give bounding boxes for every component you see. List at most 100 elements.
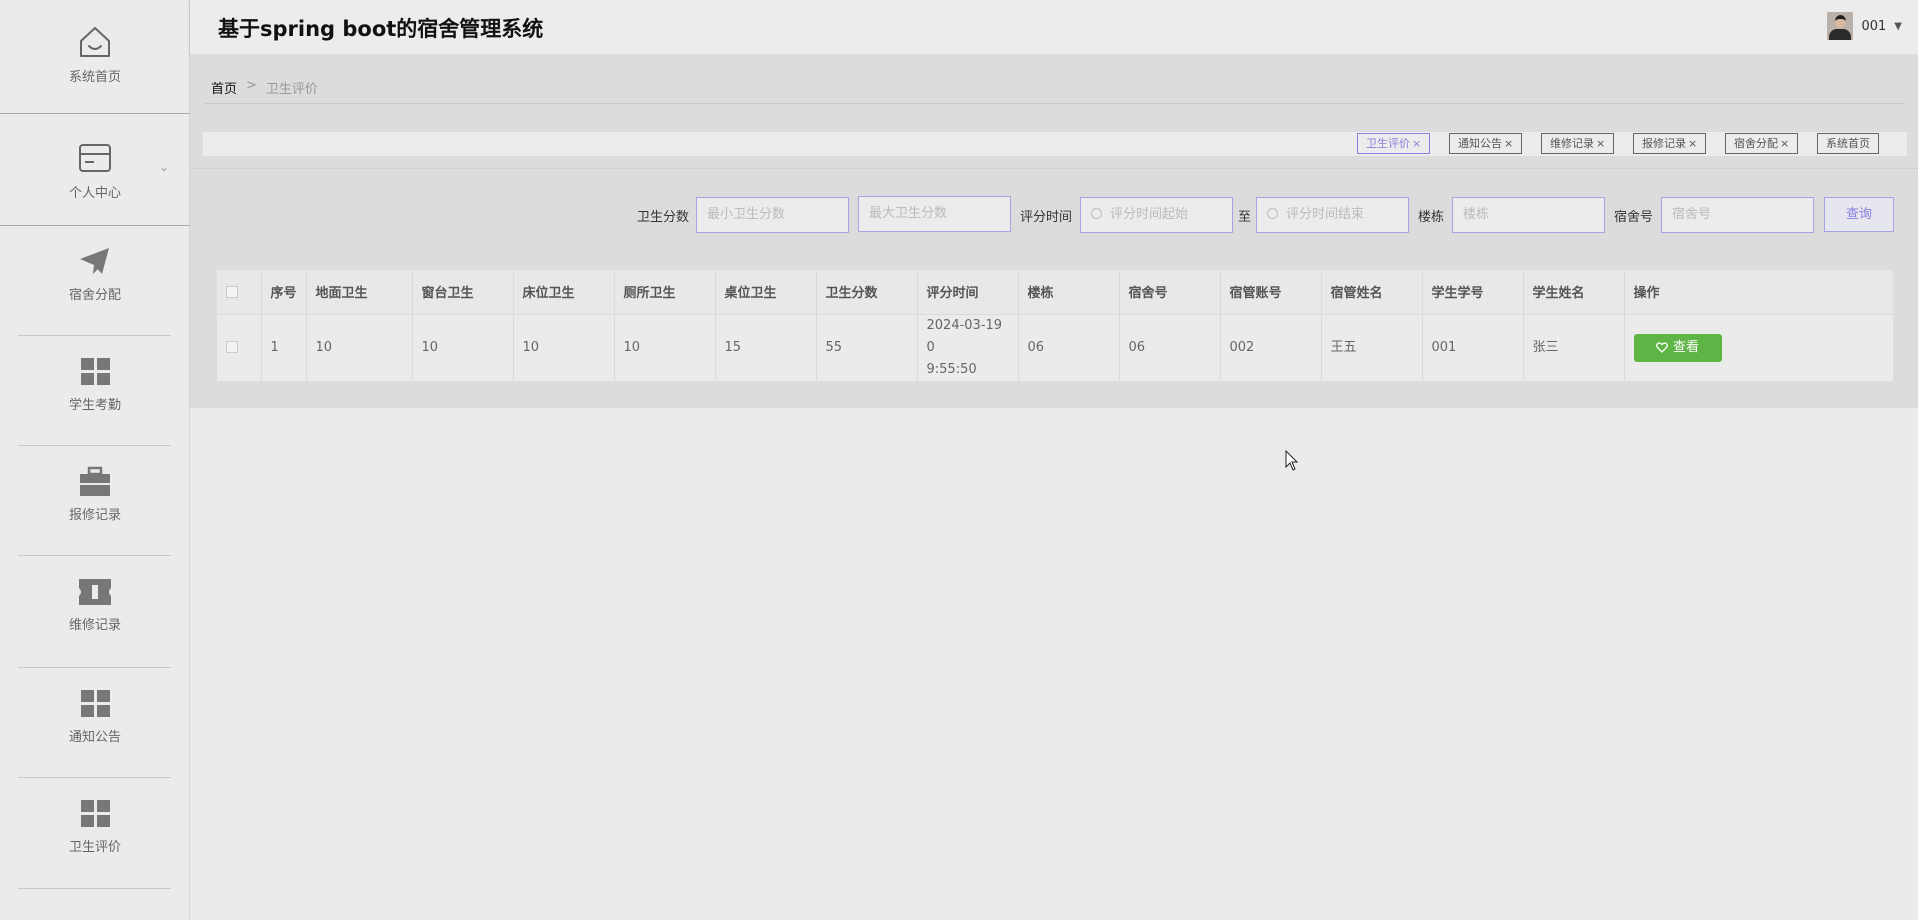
sidebar-item-label: 个人中心: [68, 186, 121, 201]
sidebar-divider: [18, 555, 171, 556]
score-label: 卫生分数: [637, 210, 690, 225]
sidebar-item-label: 学生考勤: [68, 398, 121, 413]
close-icon[interactable]: ×: [1596, 137, 1605, 150]
time-label: 评分时间: [1020, 210, 1073, 225]
close-icon[interactable]: ×: [1504, 137, 1513, 150]
user-menu[interactable]: 001 ▼: [1827, 12, 1902, 40]
row-select-cell: [217, 314, 261, 381]
close-icon[interactable]: ×: [1780, 137, 1789, 150]
view-button[interactable]: 查看: [1633, 333, 1722, 362]
sidebar-divider: [18, 445, 171, 446]
column-header: 厕所卫生: [613, 270, 715, 314]
column-header: 评分时间: [916, 270, 1018, 314]
cell-floor: 10: [305, 314, 412, 381]
tag-hygiene[interactable]: 卫生评价 ×: [1357, 133, 1431, 154]
table-header-row: 序号 地面卫生 窗台卫生 床位卫生 厕所卫生 桌位卫生 卫生分数 评分时间 楼栋…: [217, 270, 1893, 314]
chevron-down-icon[interactable]: ⌄: [159, 160, 169, 174]
breadcrumb: 首页 > 卫生评价: [211, 78, 318, 97]
time-line-1: 2024-03-19 0: [926, 317, 1003, 355]
sidebar: 系统首页 个人中心 ⌄ 宿舍分配 学生考勤 报修记录 维修记录 通知公告 卫生评…: [0, 0, 190, 920]
cell-score: 55: [815, 314, 917, 381]
sidebar-item-label: 宿舍分配: [68, 288, 121, 303]
tag-label: 系统首页: [1826, 137, 1870, 150]
sidebar-divider: [0, 225, 190, 226]
sidebar-item-dorm-assign[interactable]: 宿舍分配: [0, 244, 190, 303]
briefcase-icon: [80, 466, 110, 496]
cell-building: 06: [1017, 314, 1119, 381]
column-header: 学生学号: [1421, 270, 1523, 314]
sidebar-item-label: 通知公告: [68, 730, 121, 745]
cell-manager-account: 002: [1219, 314, 1321, 381]
caret-down-icon: ▼: [1894, 20, 1902, 32]
paper-plane-icon: [80, 248, 109, 274]
cell-time: 2024-03-19 0 9:55:50: [916, 314, 1018, 381]
cell-desk: 15: [714, 314, 816, 381]
range-separator: 至: [1238, 210, 1252, 225]
ticket-icon: [79, 579, 111, 605]
cell-toilet: 10: [613, 314, 715, 381]
divider: [204, 103, 1904, 104]
room-label: 宿舍号: [1614, 210, 1654, 225]
view-button-label: 查看: [1672, 339, 1699, 355]
tag-dorm-assign[interactable]: 宿舍分配 ×: [1725, 133, 1799, 154]
tag-label: 卫生评价: [1366, 137, 1410, 150]
sidebar-item-repair-report[interactable]: 报修记录: [0, 466, 190, 523]
close-icon[interactable]: ×: [1412, 137, 1421, 150]
breadcrumb-current: 卫生评价: [265, 82, 318, 97]
grid-icon: [81, 690, 110, 717]
column-header: 宿管账号: [1219, 270, 1321, 314]
max-score-input[interactable]: 最大卫生分数: [858, 196, 1011, 232]
column-header: 床位卫生: [512, 270, 614, 314]
column-header: 地面卫生: [305, 270, 412, 314]
column-header: 宿舍号: [1118, 270, 1220, 314]
sidebar-item-home[interactable]: 系统首页: [0, 24, 190, 85]
sidebar-item-maintenance[interactable]: 维修记录: [0, 576, 190, 633]
sidebar-item-label: 报修记录: [68, 508, 121, 523]
tag-maintenance[interactable]: 维修记录 ×: [1541, 133, 1615, 154]
time-start-input[interactable]: 评分时间起始: [1080, 197, 1233, 233]
tag-label: 宿舍分配: [1734, 137, 1778, 150]
query-button[interactable]: 查询: [1824, 197, 1894, 232]
grid-icon: [81, 800, 110, 827]
column-header: 窗台卫生: [411, 270, 513, 314]
hygiene-table: 序号 地面卫生 窗台卫生 床位卫生 厕所卫生 桌位卫生 卫生分数 评分时间 楼栋…: [217, 270, 1893, 381]
sidebar-divider: [18, 888, 171, 889]
select-all-checkbox[interactable]: [226, 285, 238, 298]
time-end-input[interactable]: 评分时间结束: [1256, 197, 1409, 233]
grid-icon: [81, 358, 110, 385]
sidebar-divider: [18, 777, 171, 778]
sidebar-item-attendance[interactable]: 学生考勤: [0, 356, 190, 413]
min-score-input[interactable]: 最小卫生分数: [696, 197, 849, 233]
close-icon[interactable]: ×: [1688, 137, 1697, 150]
clock-icon: [1091, 208, 1102, 219]
sidebar-item-notice[interactable]: 通知公告: [0, 688, 190, 745]
sidebar-item-label: 维修记录: [68, 618, 121, 633]
room-input[interactable]: 宿舍号: [1661, 197, 1814, 233]
sidebar-divider: [18, 667, 171, 668]
time-line-2: 9:55:50: [926, 361, 977, 377]
heart-icon: [1656, 342, 1668, 353]
sidebar-item-label: 卫生评价: [68, 840, 121, 855]
tag-notice[interactable]: 通知公告 ×: [1449, 133, 1523, 154]
column-header: 桌位卫生: [714, 270, 816, 314]
cell-actions: 查看: [1623, 314, 1893, 381]
column-header: 卫生分数: [815, 270, 917, 314]
clock-icon: [1267, 208, 1278, 219]
building-input[interactable]: 楼栋: [1452, 197, 1605, 233]
column-header: 楼栋: [1017, 270, 1119, 314]
breadcrumb-home[interactable]: 首页: [211, 78, 237, 97]
mouse-cursor-icon: [1285, 450, 1299, 471]
column-header: 序号: [260, 270, 306, 314]
sidebar-item-hygiene[interactable]: 卫生评价: [0, 798, 190, 855]
column-header: 宿管姓名: [1320, 270, 1422, 314]
row-checkbox[interactable]: [226, 341, 238, 353]
top-header: 基于spring boot的宿舍管理系统 001 ▼: [190, 0, 1918, 54]
wallet-icon: [79, 144, 111, 172]
select-all-cell: [217, 270, 261, 314]
app-title: 基于spring boot的宿舍管理系统: [218, 17, 544, 41]
divider: [190, 168, 1918, 169]
tag-repair-report[interactable]: 报修记录 ×: [1633, 133, 1707, 154]
tag-home[interactable]: 系统首页: [1817, 133, 1879, 154]
cell-bed: 10: [512, 314, 614, 381]
cell-student-id: 001: [1421, 314, 1523, 381]
